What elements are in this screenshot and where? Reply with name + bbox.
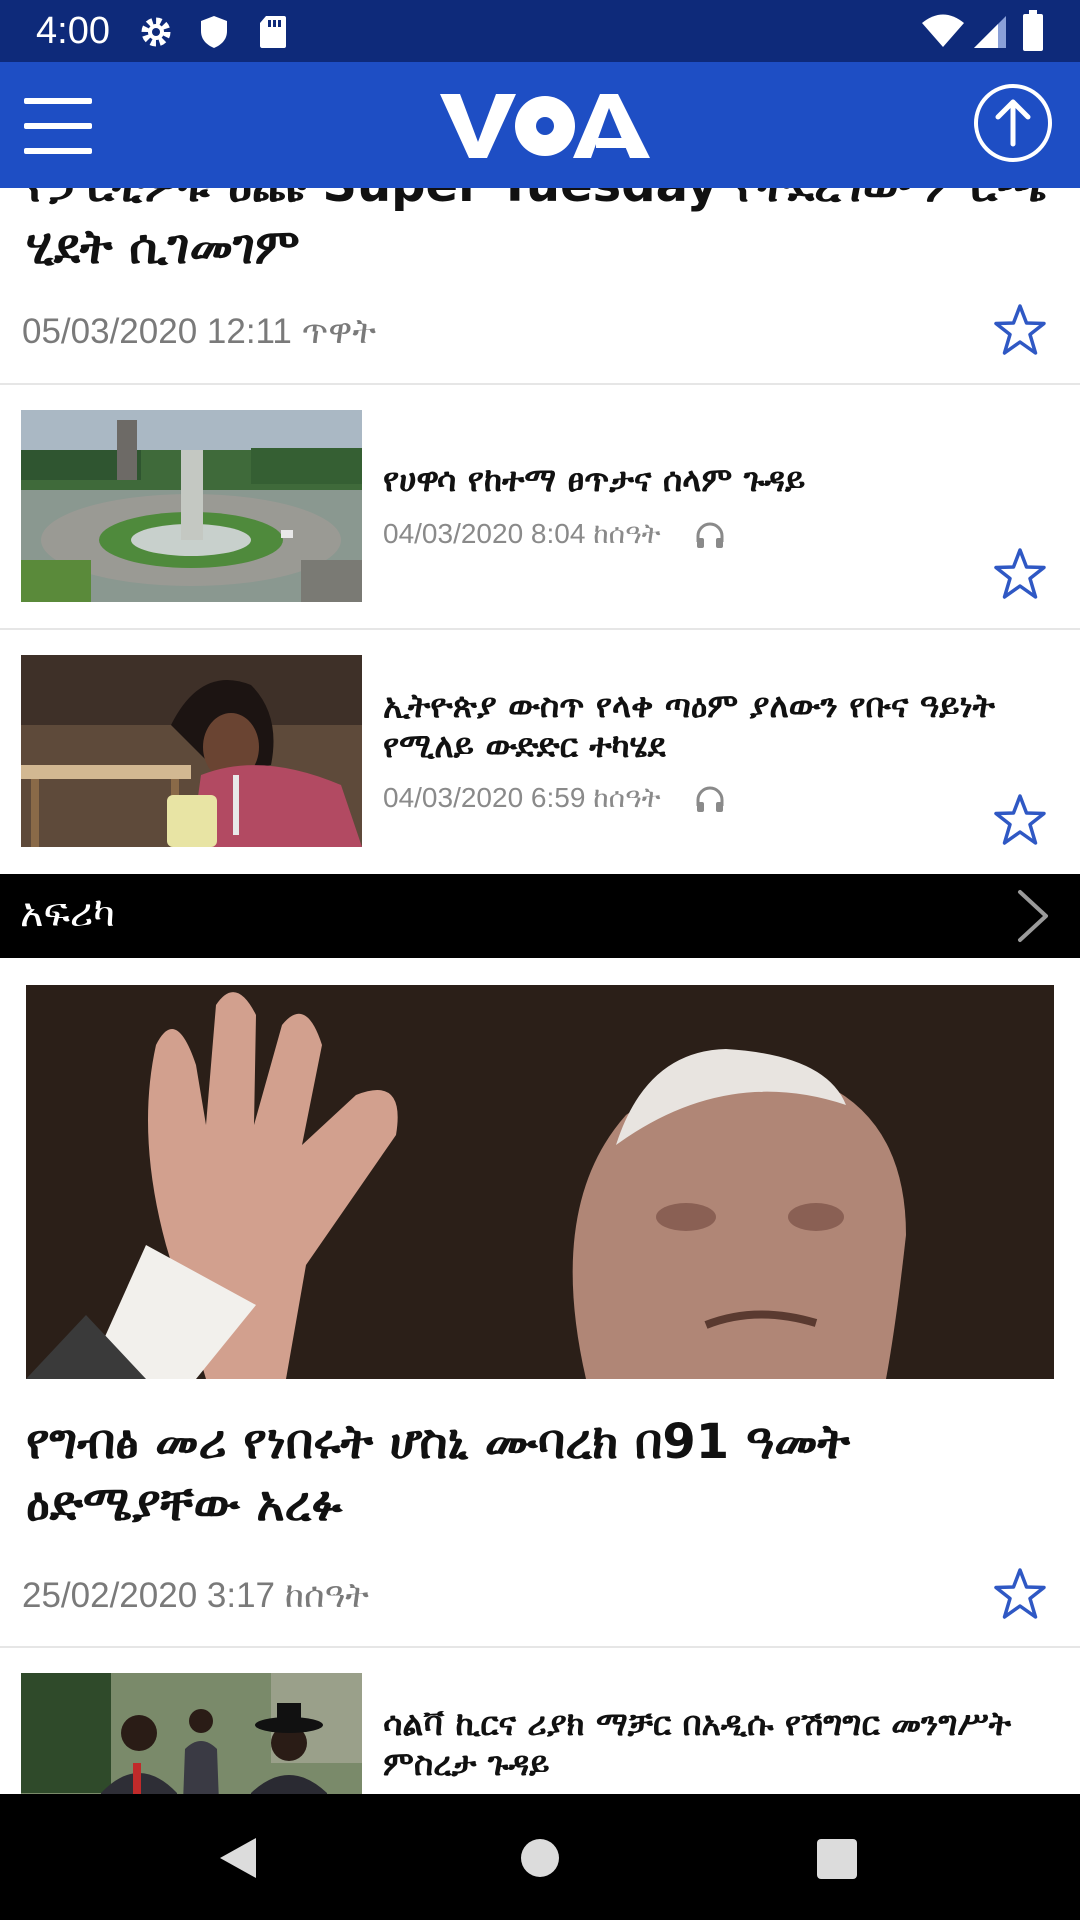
- thumbnail-coffee-taster[interactable]: [21, 655, 362, 847]
- signal-icon: [974, 16, 1006, 48]
- section-header-africa[interactable]: አፍሪካ: [0, 874, 1080, 958]
- voa-logo: [440, 94, 650, 158]
- headphones-icon: [696, 522, 724, 548]
- featured-title[interactable]: የግብፅ መሪ የነበሩት ሆስኒ ሙባረክ በ91 ዓመት ዕድሜያቸው አረ…: [26, 1411, 1056, 1535]
- top-story-date: 05/03/2020 12:11 ጥዋት: [22, 312, 376, 351]
- home-icon[interactable]: [520, 1838, 560, 1878]
- shield-icon: [201, 16, 227, 48]
- sd-card-icon: [260, 16, 286, 48]
- item-title[interactable]: ኢትዮጵያ ውስጥ የላቀ ጣዕም ያለውን የቡና ዓይነት የሚለይ ውድድ…: [383, 686, 1023, 766]
- section-title: አፍሪካ: [20, 890, 116, 936]
- battery-icon: [1023, 10, 1043, 51]
- divider: [0, 1646, 1080, 1648]
- app-bar: [0, 62, 1080, 188]
- chevron-right-icon[interactable]: [1016, 888, 1050, 944]
- bookmark-star-icon[interactable]: [992, 546, 1048, 602]
- bookmark-star-icon[interactable]: [992, 792, 1048, 848]
- item-title[interactable]: ሳልቫ ኪርና ሪያክ ማቻር በአዲሱ የሽግግር መንግሥት ምስረታ ጉዳ…: [383, 1704, 1023, 1784]
- thumbnail-hawassa-roundabout[interactable]: [21, 410, 362, 602]
- divider: [0, 628, 1080, 630]
- system-navigation-bar: [0, 1794, 1080, 1920]
- article-feed[interactable]: የፓርቲዎቹ ዕጩ Super Tuesday የተደረገው ምርጫ ሂደት ሲ…: [0, 188, 1080, 1794]
- item-meta: 04/03/2020 6:59 ከሰዓት: [383, 782, 661, 813]
- top-story-headline[interactable]: የፓርቲዎቹ ዕጩ Super Tuesday የተደረገው ምርጫ ሂደት ሲ…: [26, 188, 1056, 278]
- bookmark-star-icon[interactable]: [992, 302, 1048, 358]
- wifi-icon: [922, 14, 964, 47]
- featured-image[interactable]: [26, 985, 1054, 1379]
- thumbnail-south-sudan-leaders[interactable]: [21, 1673, 362, 1794]
- recents-icon[interactable]: [816, 1838, 858, 1880]
- divider: [0, 383, 1080, 385]
- scroll-top-button[interactable]: [974, 84, 1052, 162]
- bookmark-star-icon[interactable]: [992, 1566, 1048, 1622]
- item-title[interactable]: የሀዋሳ የከተማ ፀጥታና ሰላም ጉዳይ: [383, 460, 1023, 500]
- menu-icon[interactable]: [24, 98, 92, 154]
- arrow-up-icon: [995, 99, 1031, 147]
- featured-date: 25/02/2020 3:17 ከሰዓት: [22, 1576, 369, 1615]
- item-meta: 04/03/2020 8:04 ከሰዓት: [383, 518, 661, 549]
- headphones-icon: [696, 786, 724, 812]
- status-bar: 4:00: [0, 0, 1080, 62]
- status-time: 4:00: [36, 10, 110, 52]
- gear-icon: [141, 17, 171, 47]
- back-icon[interactable]: [216, 1834, 260, 1882]
